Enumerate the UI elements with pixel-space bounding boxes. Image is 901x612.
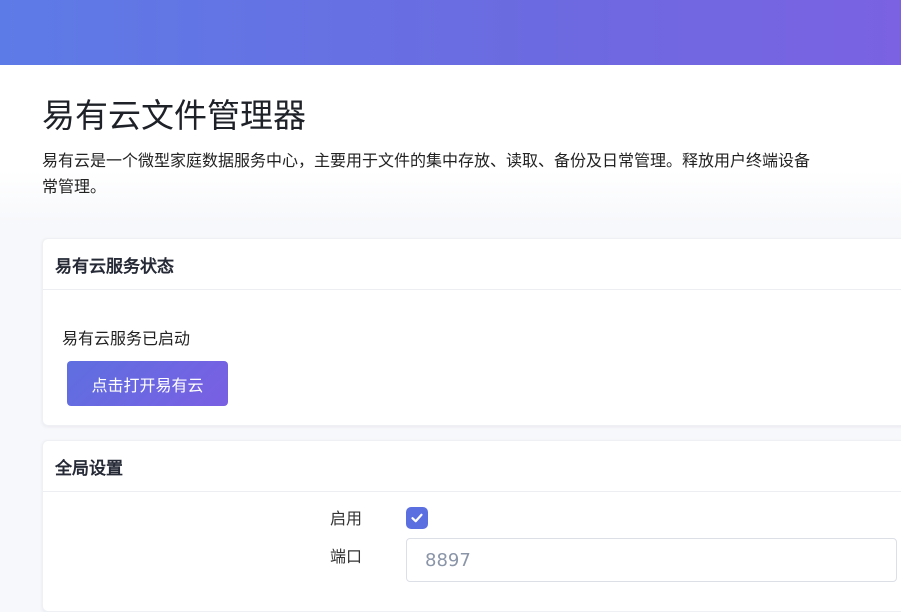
port-label: 端口 — [330, 547, 363, 566]
open-app-button[interactable]: 点击打开易有云 — [67, 361, 228, 406]
check-icon — [411, 513, 423, 523]
global-settings-title: 全局设置 — [55, 458, 123, 479]
page-description-line1: 易有云是一个微型家庭数据服务中心，主要用于文件的集中存放、读取、备份及日常管理。… — [42, 151, 811, 170]
page-description: 易有云是一个微型家庭数据服务中心，主要用于文件的集中存放、读取、备份及日常管理。… — [42, 148, 901, 200]
service-status-title: 易有云服务状态 — [55, 256, 174, 277]
enable-label: 启用 — [330, 509, 363, 528]
port-input[interactable] — [406, 538, 897, 582]
page-description-line2: 常管理。 — [42, 177, 107, 196]
global-settings-card: 全局设置 启用 端口 — [42, 440, 901, 612]
top-header-bar — [0, 0, 901, 65]
service-status-card: 易有云服务状态 易有云服务已启动 点击打开易有云 — [42, 238, 901, 426]
main-content: 易有云文件管理器 易有云是一个微型家庭数据服务中心，主要用于文件的集中存放、读取… — [0, 65, 901, 612]
port-row: 端口 — [43, 538, 901, 584]
global-settings-header: 全局设置 — [43, 441, 901, 492]
page-title: 易有云文件管理器 — [42, 96, 306, 135]
enable-row: 启用 — [43, 503, 901, 533]
service-status-text: 易有云服务已启动 — [62, 329, 191, 348]
service-status-header: 易有云服务状态 — [43, 239, 901, 290]
enable-checkbox[interactable] — [406, 507, 428, 529]
